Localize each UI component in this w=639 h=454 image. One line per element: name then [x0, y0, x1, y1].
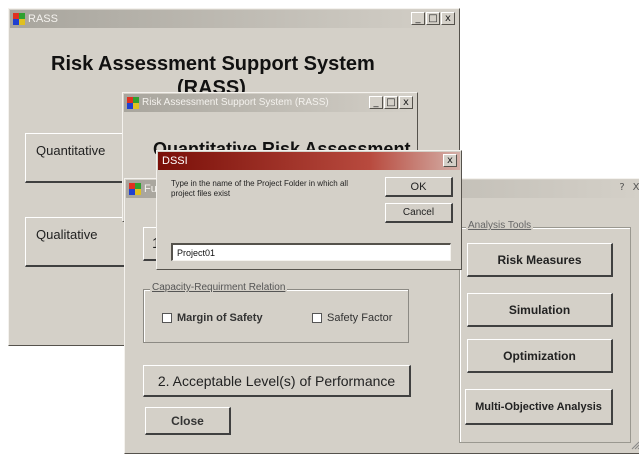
quantitative-window-title: Risk Assessment Support System (RASS)	[142, 97, 329, 108]
rass-heading-line1: Risk Assessment Support System	[51, 53, 375, 75]
multi-objective-label: Multi-Objective Analysis	[475, 400, 602, 413]
qualitative-label: Qualitative	[36, 226, 98, 242]
checkbox-box	[162, 313, 172, 323]
close-button[interactable]: x	[441, 12, 455, 25]
help-button[interactable]: ?	[616, 182, 628, 195]
app-icon	[13, 13, 25, 25]
risk-measures-button[interactable]: Risk Measures	[467, 243, 613, 277]
dssi-dialog: DSSI x Type in the name of the Project F…	[156, 150, 462, 270]
app-icon	[127, 97, 139, 109]
rass-titlebar[interactable]: RASS _ □ x	[10, 10, 458, 28]
app-icon	[129, 183, 141, 195]
margin-of-safety-label: Margin of Safety	[177, 312, 263, 324]
quantitative-titlebar[interactable]: Risk Assessment Support System (RASS) _ …	[124, 94, 416, 112]
simulation-button[interactable]: Simulation	[467, 293, 613, 327]
dssi-title: DSSI	[162, 155, 188, 167]
safety-factor-checkbox[interactable]: Safety Factor	[312, 312, 392, 324]
simulation-label: Simulation	[508, 302, 571, 317]
close-form-button[interactable]: Close	[145, 407, 231, 435]
dssi-titlebar[interactable]: DSSI x	[158, 152, 460, 170]
safety-factor-label: Safety Factor	[327, 312, 393, 324]
project-folder-input[interactable]	[171, 243, 451, 261]
optimization-button[interactable]: Optimization	[467, 339, 613, 373]
rass-title: RASS	[28, 13, 58, 25]
close-button[interactable]: x	[399, 96, 413, 109]
dssi-prompt: Type in the name of the Project Folder i…	[171, 179, 348, 198]
acceptable-level-label: 2. Acceptable Level(s) of Performance	[157, 372, 396, 389]
minimize-button[interactable]: _	[411, 12, 425, 25]
minimize-button[interactable]: _	[369, 96, 383, 109]
maximize-button[interactable]: □	[426, 12, 440, 25]
ok-button[interactable]: OK	[385, 177, 453, 197]
optimization-label: Optimization	[503, 348, 576, 363]
multi-objective-button[interactable]: Multi-Objective Analysis	[465, 389, 613, 425]
quantitative-label: Quantitative	[36, 142, 106, 158]
cancel-button[interactable]: Cancel	[385, 203, 453, 223]
margin-of-safety-checkbox[interactable]: Margin of Safety	[162, 312, 263, 324]
close-button[interactable]: X	[630, 182, 639, 195]
cancel-label: Cancel	[402, 207, 435, 218]
analysis-tools-label: Analysis Tools	[466, 220, 534, 231]
close-form-label: Close	[171, 413, 204, 428]
capacity-group: Capacity-Requirment Relation Margin of S…	[143, 282, 409, 343]
capacity-group-label: Capacity-Requirment Relation	[150, 282, 288, 293]
close-button[interactable]: x	[443, 154, 457, 167]
analysis-window-title: Fu	[144, 183, 157, 195]
acceptable-level-button[interactable]: 2. Acceptable Level(s) of Performance	[143, 365, 411, 397]
maximize-button[interactable]: □	[384, 96, 398, 109]
risk-measures-label: Risk Measures	[497, 252, 582, 267]
checkbox-box	[312, 313, 322, 323]
ok-label: OK	[410, 180, 427, 193]
